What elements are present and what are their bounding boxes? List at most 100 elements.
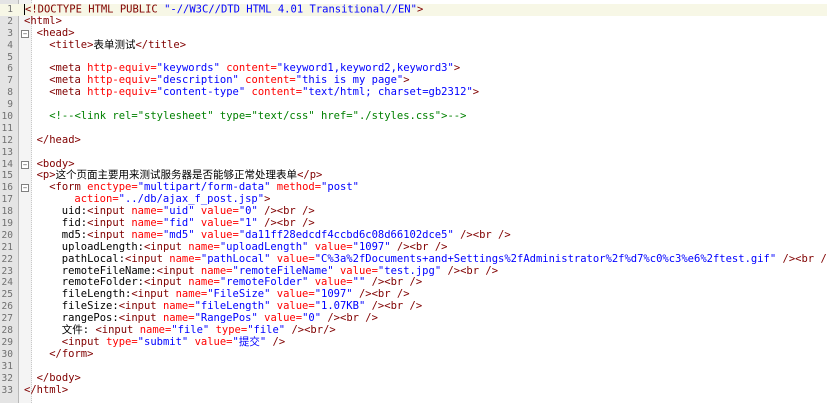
code-token: "md5": [162, 228, 195, 241]
code-token: fileSize:: [61, 300, 119, 313]
code-line[interactable]: 30 </form>: [0, 348, 827, 361]
code-token: "keywords": [156, 62, 220, 75]
line-number: 15: [1, 170, 13, 182]
code-token: "description": [156, 74, 239, 87]
line-number: 7: [7, 75, 13, 87]
code-token: fid:: [61, 217, 88, 230]
code-token: value=: [270, 288, 315, 301]
code-token: "pathLocal": [200, 252, 271, 265]
code-line[interactable]: 12 </head>: [0, 134, 827, 147]
code-token: <input: [87, 228, 132, 241]
code-token: "text/html; charset=gb2312": [302, 86, 473, 99]
code-token: pathLocal:: [61, 252, 126, 265]
code-line[interactable]: 4 <title>表单测试</title>: [0, 38, 827, 52]
code-token: "1.07KB": [314, 300, 366, 313]
code-token: "0": [302, 312, 322, 325]
code-token: /><br />: [257, 205, 315, 218]
code-token: >: [403, 74, 410, 87]
code-token: "0": [238, 205, 258, 218]
code-line[interactable]: 1 <!DOCTYPE HTML PUBLIC "-//W3C//DTD HTML…: [0, 4, 827, 16]
line-number: 20: [1, 229, 13, 241]
code-token: value=: [194, 228, 239, 241]
code-lines[interactable]: 1 <!DOCTYPE HTML PUBLIC "-//W3C//DTD HTML…: [0, 4, 827, 396]
code-token: name=: [162, 312, 195, 325]
code-line[interactable]: 31: [0, 361, 827, 373]
code-line[interactable]: 29 <input type="submit" value="提交" />: [0, 335, 827, 349]
code-token: content=: [238, 74, 296, 87]
line-number: 3: [7, 27, 13, 39]
line-number: 26: [1, 301, 13, 313]
code-line[interactable]: 2 <html>: [0, 14, 827, 28]
fold-toggle-icon[interactable]: −: [21, 184, 29, 193]
fold-toggle-icon[interactable]: −: [21, 29, 29, 38]
code-line[interactable]: 8 <meta http-equiv="content-type" content…: [0, 86, 827, 99]
code-token: name=: [188, 240, 220, 253]
line-code: <!DOCTYPE HTML PUBLIC "-//W3C//DTD HTML …: [24, 4, 423, 16]
line-number: 33: [1, 384, 13, 396]
code-token: action=: [74, 193, 119, 206]
code-line[interactable]: 32 </body>: [0, 371, 827, 385]
line-number: 16: [1, 182, 13, 194]
line-code: </head>: [37, 134, 81, 147]
code-token: "keyword1,keyword2,keyword3": [276, 62, 454, 75]
fold-toggle-icon[interactable]: −: [21, 160, 29, 169]
code-token: "test.jpg": [377, 264, 442, 277]
line-code: <input type="submit" value="提交" />: [62, 335, 285, 349]
code-token: <meta: [49, 86, 88, 99]
code-token: value=: [270, 252, 315, 265]
code-token: 这个页面主要用来测试服务器是否能够正常处理表单: [55, 169, 298, 182]
line-code: <!--<link rel="stylesheet" type="text/cs…: [49, 110, 466, 123]
line-code: </form>: [49, 348, 93, 361]
code-token: remoteFolder:: [61, 276, 144, 289]
code-editor[interactable]: 1 <!DOCTYPE HTML PUBLIC "-//W3C//DTD HTML…: [0, 0, 827, 403]
code-token: <input: [143, 240, 189, 253]
code-token: /><br />: [365, 300, 423, 313]
code-token: /><br />: [453, 228, 511, 241]
line-number: 13: [1, 146, 13, 158]
code-token: /><br />: [390, 240, 448, 253]
code-token: 表单测试: [93, 38, 136, 51]
code-token: "1097": [352, 240, 391, 253]
code-token: /><br />: [441, 264, 499, 277]
code-line[interactable]: 10 <!--<link rel="stylesheet" type="text/…: [0, 110, 827, 123]
code-token: name=: [139, 324, 172, 337]
code-token: "submit": [137, 335, 189, 348]
code-line[interactable]: 13: [0, 147, 827, 159]
code-token: </p>: [297, 169, 323, 182]
line-number: 6: [7, 63, 13, 75]
code-token: "RangePos": [194, 312, 258, 325]
code-token: <html>: [24, 14, 62, 27]
code-token: "post": [321, 181, 359, 194]
code-token: <!DOCTYPE HTML PUBLIC: [25, 3, 165, 16]
line-number: 22: [1, 253, 13, 265]
code-token: value=: [333, 264, 378, 277]
line-number: 14: [1, 158, 13, 170]
code-token: uid:: [61, 205, 88, 218]
code-token: "fid": [162, 217, 195, 230]
code-token: <input: [156, 264, 201, 277]
code-token: enctype=: [87, 181, 138, 194]
code-token: /><br />: [782, 252, 827, 265]
line-number: 1: [7, 4, 13, 15]
code-token: name=: [131, 217, 163, 230]
code-token: <form: [49, 181, 88, 194]
code-token: <input: [118, 312, 163, 325]
line-number: 17: [1, 194, 13, 206]
code-token: /><br />: [352, 288, 410, 301]
code-token: http-equiv=: [87, 62, 157, 75]
code-token: /><br />: [257, 217, 315, 230]
code-line[interactable]: 33 </html>: [0, 384, 827, 397]
code-token: "-//W3C//DTD HTML 4.01 Transitional//EN": [164, 3, 417, 16]
code-token: value=: [257, 312, 303, 325]
code-token: "1097": [314, 288, 353, 301]
code-token: </body>: [36, 371, 81, 384]
line-code: <meta http-equiv="content-type" content=…: [49, 86, 479, 99]
code-line[interactable]: 11: [0, 123, 827, 135]
code-token: <input: [125, 252, 170, 265]
code-token: "file": [171, 324, 210, 337]
code-token: value=: [194, 205, 239, 218]
line-number: 28: [1, 325, 13, 337]
code-token: /><br />: [321, 312, 378, 325]
code-token: <meta: [49, 74, 88, 87]
code-token: <title>: [49, 38, 94, 51]
